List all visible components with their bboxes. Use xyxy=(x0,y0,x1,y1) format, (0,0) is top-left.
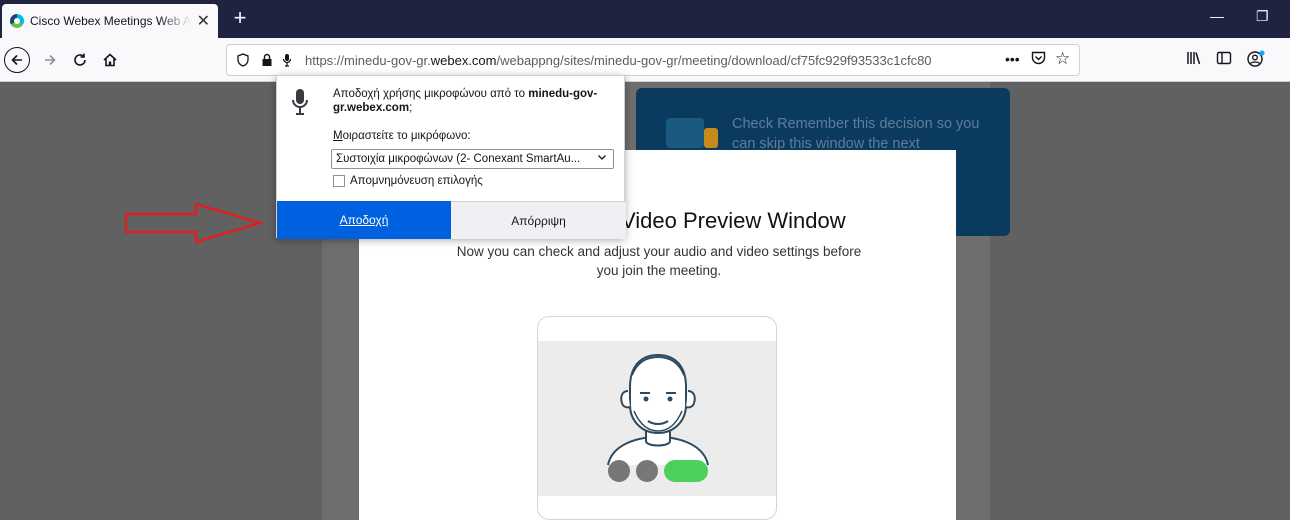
url-text[interactable]: https://minedu-gov-gr.webex.com/webappng… xyxy=(305,53,965,68)
tip-text: Check Remember this decision so you can … xyxy=(732,116,980,152)
microphone-permission-popup: Αποδοχή χρήσης μικροφώνου από το minedu-… xyxy=(276,75,626,239)
share-accesskey: Μ xyxy=(333,130,343,142)
url-path: /webappng/sites/minedu-gov-gr/meeting/do… xyxy=(496,52,932,68)
reload-button[interactable] xyxy=(66,46,94,74)
navigation-bar: https://minedu-gov-gr.webex.com/webappng… xyxy=(0,38,1290,82)
preview-illustration xyxy=(537,316,777,520)
bookmark-star-icon[interactable]: ☆ xyxy=(1055,49,1070,69)
remember-decision[interactable]: Απομνημόνευση επιλογής xyxy=(333,175,483,187)
card-subtitle: Now you can check and adjust your audio … xyxy=(456,244,862,278)
home-icon xyxy=(103,53,117,67)
remember-checkbox[interactable] xyxy=(333,175,345,187)
deny-button[interactable]: Απόρριψη xyxy=(451,201,626,239)
avatar-illustration-icon xyxy=(607,353,709,466)
tab-title: Cisco Webex Meetings Web App xyxy=(30,14,191,28)
library-icon[interactable] xyxy=(1186,50,1202,69)
microphone-device-select[interactable]: Συστοιχία μικροφώνων (2- Conexant SmartA… xyxy=(331,149,614,169)
back-button[interactable] xyxy=(4,47,30,73)
page-actions-icon[interactable]: ••• xyxy=(1005,51,1020,67)
stop-video-button[interactable] xyxy=(636,460,658,482)
sidebar-icon[interactable] xyxy=(1216,50,1232,69)
forward-button[interactable] xyxy=(36,46,64,74)
url-bar[interactable]: https://minedu-gov-gr.webex.com/webappng… xyxy=(226,44,1080,76)
tab-strip: Cisco Webex Meetings Web App ✕ + — ❐ xyxy=(0,0,1290,38)
accept-button[interactable]: Αποδοχή xyxy=(277,201,451,239)
account-icon[interactable] xyxy=(1246,50,1266,71)
share-microphone-label: Μοιραστείτε το μικρόφωνο: xyxy=(333,130,471,142)
new-tab-button[interactable]: + xyxy=(228,6,252,30)
share-label-rest: οιραστείτε το μικρόφωνο: xyxy=(342,130,471,142)
video-toggle-button[interactable] xyxy=(664,460,708,482)
permission-question-prefix: Αποδοχή χρήσης μικροφώνου από το xyxy=(333,88,529,100)
microphone-icon xyxy=(292,89,308,115)
url-domain: webex.com xyxy=(430,52,497,68)
reload-icon xyxy=(74,53,86,66)
back-arrow-icon xyxy=(11,54,22,66)
permission-question-suffix: ; xyxy=(409,102,413,114)
chevron-down-icon xyxy=(597,152,607,165)
restore-button[interactable]: ❐ xyxy=(1256,8,1269,25)
page-content: Check Remember this decision so you can … xyxy=(0,82,1290,520)
tab-webex[interactable]: Cisco Webex Meetings Web App ✕ xyxy=(2,4,218,38)
annotation-arrow-icon xyxy=(124,202,264,244)
pocket-icon[interactable] xyxy=(1031,51,1046,68)
remember-label: Απομνημόνευση επιλογής xyxy=(350,175,483,187)
lock-icon[interactable] xyxy=(257,50,277,70)
mute-audio-button[interactable] xyxy=(608,460,630,482)
card-title: Video Preview Window xyxy=(621,208,846,233)
url-prefix: https://minedu-gov-gr. xyxy=(305,52,431,68)
webex-favicon-icon xyxy=(10,14,24,28)
tracking-shield-icon[interactable] xyxy=(233,50,253,70)
minimize-button[interactable]: — xyxy=(1210,8,1224,24)
video-tip-icon xyxy=(666,118,704,148)
forward-arrow-icon xyxy=(45,54,56,66)
person-tip-icon xyxy=(704,128,718,148)
microphone-permission-icon[interactable] xyxy=(277,50,297,70)
popup-button-row: Αποδοχή Απόρριψη xyxy=(277,201,626,239)
permission-question: Αποδοχή χρήσης μικροφώνου από το minedu-… xyxy=(333,87,613,115)
home-button[interactable] xyxy=(96,46,124,74)
selected-device: Συστοιχία μικροφώνων (2- Conexant SmartA… xyxy=(336,153,581,165)
tab-close-icon[interactable]: ✕ xyxy=(197,11,210,31)
